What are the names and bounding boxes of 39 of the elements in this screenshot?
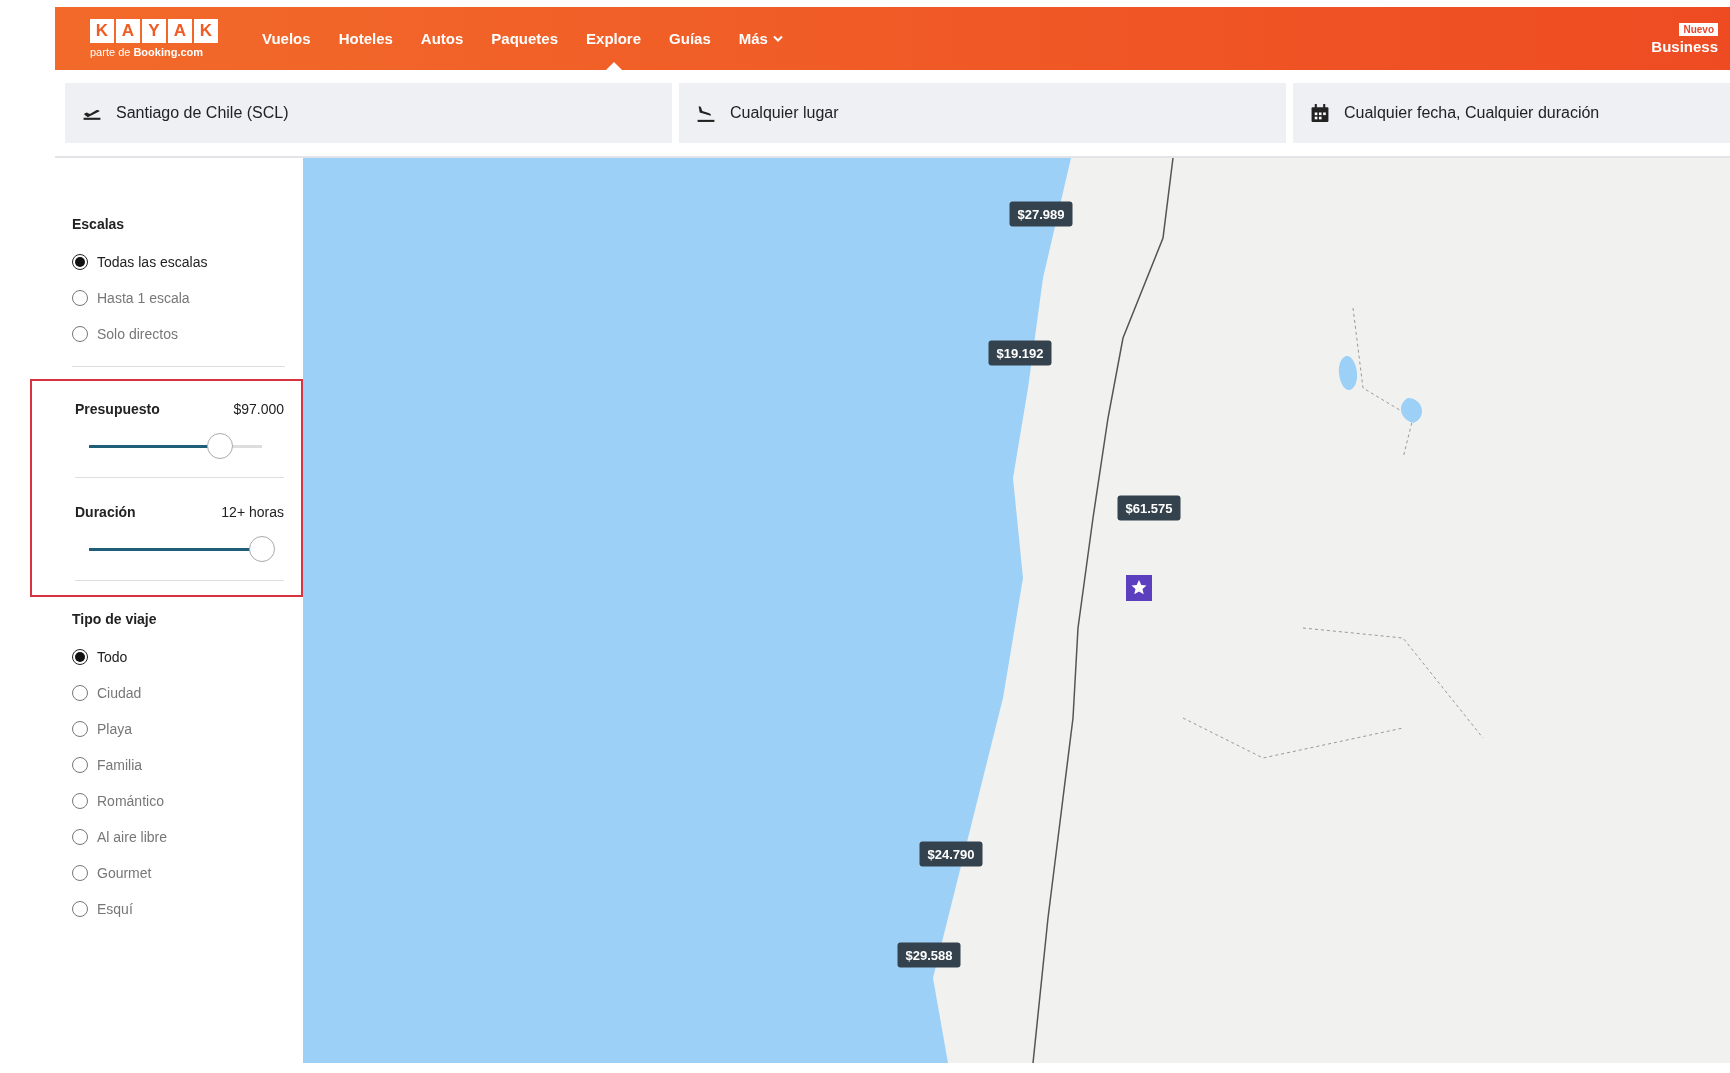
radio-option[interactable]: Todas las escalas (72, 244, 208, 280)
radio-option[interactable]: Al aire libre (72, 819, 168, 855)
radio-option[interactable]: Gourmet (72, 855, 152, 891)
radio-option[interactable]: Hasta 1 escala (72, 280, 190, 316)
nav-link[interactable]: Vuelos (248, 7, 325, 70)
price-pin[interactable]: $19.192 (988, 340, 1052, 366)
price-pin[interactable]: $24.790 (919, 841, 983, 867)
logo-letter[interactable]: A (168, 19, 192, 43)
booking-tagline: parte de Booking.com (90, 46, 205, 58)
slider-reading: $97.000 (233, 401, 284, 417)
business-link[interactable]: Business (1651, 37, 1718, 55)
price-pin[interactable]: $29.588 (897, 942, 961, 968)
logo-letter[interactable]: K (90, 19, 114, 43)
filter-heading: Presupuesto (75, 401, 160, 417)
new-badge: Nuevo (1679, 22, 1718, 36)
radio-option[interactable]: Esquí (72, 891, 133, 927)
slider-thumb[interactable] (207, 433, 234, 459)
logo-letter[interactable]: K (194, 19, 218, 43)
price-pin[interactable]: $61.575 (1117, 495, 1181, 521)
radio-option[interactable]: Ciudad (72, 675, 142, 711)
price-pin[interactable]: $27.989 (1009, 201, 1073, 227)
radio-option[interactable]: Solo directos (72, 316, 178, 352)
slider-reading: 12+ horas (221, 504, 284, 520)
nav-link[interactable]: Hoteles (324, 7, 407, 70)
radio-option[interactable]: Familia (72, 747, 143, 783)
filter-heading: Tipo de viaje (72, 611, 158, 627)
nav-link[interactable]: Autos (406, 7, 478, 70)
filter-heading: Escalas (72, 216, 126, 232)
slider-thumb[interactable] (249, 536, 275, 562)
nav-link[interactable]: Guías (655, 7, 725, 70)
filter-heading: Duración (75, 504, 136, 520)
logo-letter[interactable]: Y (142, 19, 166, 43)
radio-option[interactable]: Todo (72, 639, 128, 675)
nav-link[interactable]: Paquetes (477, 7, 573, 70)
logo-letter[interactable]: A (116, 19, 140, 43)
radio-option[interactable]: Romántico (72, 783, 164, 819)
nav-link[interactable]: Explore (572, 7, 656, 70)
radio-option[interactable]: Playa (72, 711, 133, 747)
nav-link[interactable]: Más (724, 7, 797, 70)
